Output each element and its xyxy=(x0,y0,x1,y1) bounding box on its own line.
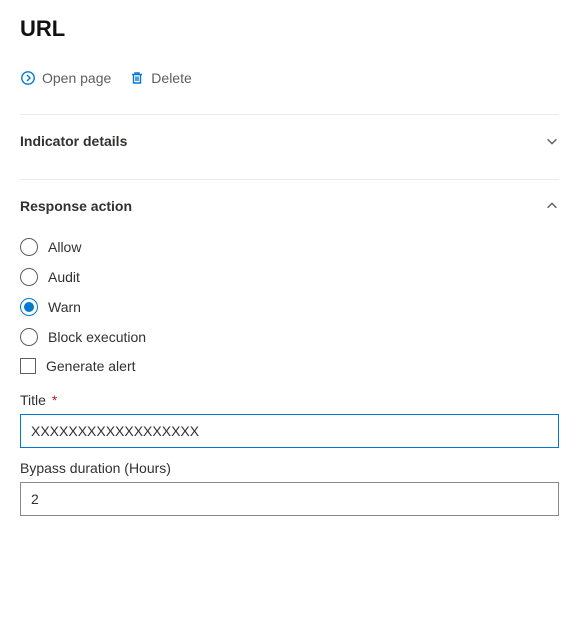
radio-audit[interactable]: Audit xyxy=(20,262,559,292)
response-action-body: Allow Audit Warn Block execution Generat… xyxy=(20,224,559,516)
radio-label-audit: Audit xyxy=(48,269,80,285)
chevron-up-icon xyxy=(545,199,559,213)
chevron-down-icon xyxy=(545,134,559,148)
required-asterisk: * xyxy=(52,392,57,408)
open-page-button[interactable]: Open page xyxy=(20,70,111,86)
title-field-label: Title * xyxy=(20,392,559,408)
radio-block[interactable]: Block execution xyxy=(20,322,559,352)
bypass-duration-input[interactable] xyxy=(20,482,559,516)
delete-button[interactable]: Delete xyxy=(129,70,191,86)
radio-allow[interactable]: Allow xyxy=(20,232,559,262)
field-group-bypass: Bypass duration (Hours) xyxy=(20,460,559,516)
trash-icon xyxy=(129,70,145,86)
bypass-field-label: Bypass duration (Hours) xyxy=(20,460,559,476)
section-header-response-action[interactable]: Response action xyxy=(20,198,559,224)
radio-label-block: Block execution xyxy=(48,329,146,345)
checkbox-generate-alert[interactable]: Generate alert xyxy=(20,352,559,380)
section-response-action: Response action Allow Audit Warn Block e… xyxy=(20,179,559,524)
radio-dot-icon xyxy=(24,302,34,312)
page-title: URL xyxy=(20,16,559,42)
open-page-icon xyxy=(20,70,36,86)
radio-warn[interactable]: Warn xyxy=(20,292,559,322)
title-label-text: Title xyxy=(20,392,46,408)
radio-circle-icon xyxy=(20,238,38,256)
radio-circle-icon xyxy=(20,328,38,346)
checkbox-box-icon xyxy=(20,358,36,374)
checkbox-label-generate-alert: Generate alert xyxy=(46,358,136,374)
section-indicator-details: Indicator details xyxy=(20,114,559,167)
radio-label-allow: Allow xyxy=(48,239,81,255)
radio-circle-selected-icon xyxy=(20,298,38,316)
radio-circle-icon xyxy=(20,268,38,286)
field-group-title: Title * xyxy=(20,392,559,448)
open-page-label: Open page xyxy=(42,70,111,86)
section-title-response-action: Response action xyxy=(20,198,132,214)
section-header-indicator-details[interactable]: Indicator details xyxy=(20,133,559,159)
delete-label: Delete xyxy=(151,70,191,86)
action-bar: Open page Delete xyxy=(20,70,559,86)
radio-label-warn: Warn xyxy=(48,299,81,315)
title-input[interactable] xyxy=(20,414,559,448)
section-title-indicator-details: Indicator details xyxy=(20,133,127,149)
